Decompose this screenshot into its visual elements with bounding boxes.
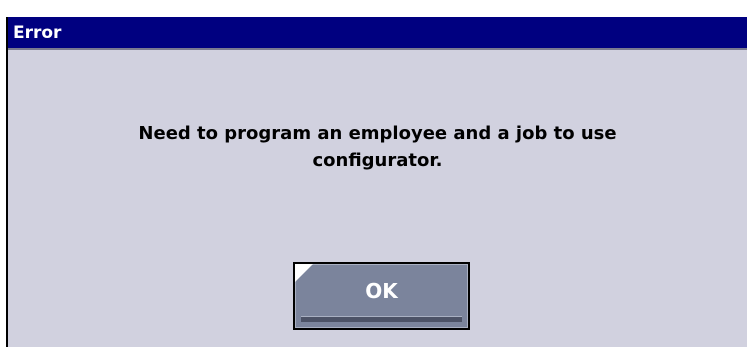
ok-button[interactable]: OK [293, 262, 470, 330]
dialog-titlebar: Error [8, 17, 747, 50]
error-message: Need to program an employee and a job to… [8, 120, 747, 174]
error-dialog: Error Need to program an employee and a … [6, 17, 747, 347]
error-message-line-1: Need to program an employee and a job to… [138, 123, 617, 144]
dialog-title: Error [13, 23, 62, 43]
button-bottom-bar [301, 316, 462, 322]
ok-button-label: OK [365, 279, 398, 303]
error-message-line-2: configurator. [312, 150, 443, 171]
